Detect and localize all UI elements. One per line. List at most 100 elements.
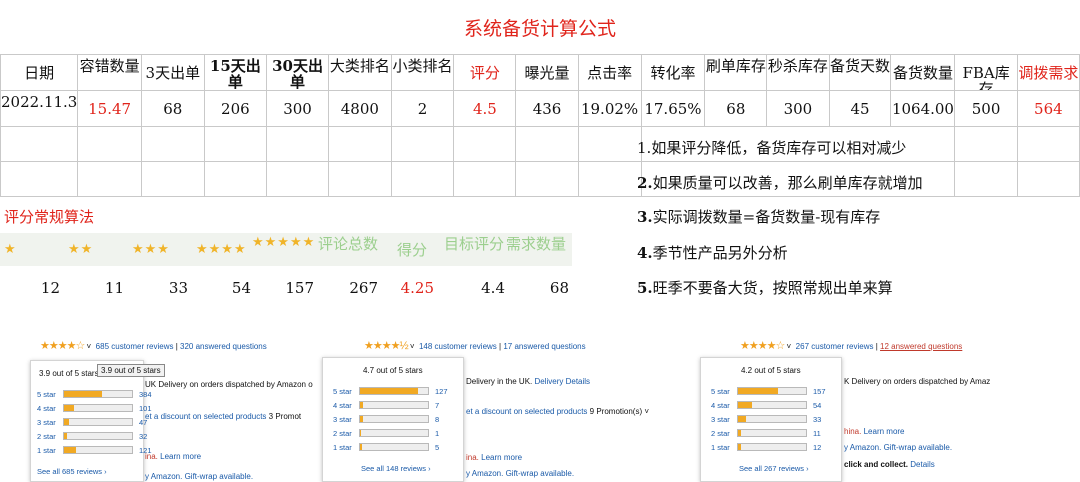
note-4: 4.季节性产品另外分析 [637,244,788,262]
chevron-down-icon[interactable]: ˅ [87,342,92,351]
chevron-down-icon[interactable]: ˅ [787,342,792,351]
value-cell[interactable]: 206 [203,90,267,127]
note-2: 2.如果质量可以改善，那么刷单库存就增加 [637,174,923,192]
answered-questions-link[interactable]: 12 answered questions [880,342,962,351]
target-score-label: 目标评分 [444,236,504,253]
empty-cell[interactable] [577,161,642,197]
value-cell[interactable]: 436 [515,90,579,127]
value-cell[interactable]: 564 [1016,90,1080,127]
review-screenshot-1: ★★★★☆ ˅ 685 customer reviews | 320 answe… [0,335,330,482]
histogram-row-1[interactable]: 1 star 5 [333,442,453,452]
histogram-row-1[interactable]: 1 star 12 [711,442,831,452]
empty-cell[interactable] [515,161,579,197]
score-method-title: 评分常规算法 [4,208,95,226]
empty-cell[interactable] [140,161,205,197]
value-cell[interactable]: 19.02% [577,90,642,127]
histogram-row-4[interactable]: 4 star 7 [333,400,453,410]
value-cell[interactable]: 15.47 [77,90,142,127]
customer-reviews-link[interactable]: 685 customer reviews [96,342,174,351]
header-cell[interactable]: 日期 [0,54,79,91]
empty-cell[interactable] [0,161,79,197]
header-cell[interactable]: 刷单库存 [704,54,768,91]
note-1: 1.如果评分降低，备货库存可以相对减少 [637,139,907,157]
value-cell[interactable]: 2022.11.3 [0,90,79,127]
empty-cell[interactable] [77,126,142,162]
empty-cell[interactable] [265,161,330,197]
histogram-row-2[interactable]: 2 star 11 [711,428,831,438]
header-cell[interactable]: 备货天数 [828,54,892,91]
histogram-row-2[interactable]: 2 star 32 [37,431,157,441]
customer-reviews-link[interactable]: 267 customer reviews [796,342,874,351]
value-cell[interactable]: 45 [828,90,892,127]
empty-cell[interactable] [453,161,517,197]
histogram-row-4[interactable]: 4 star 101 [37,403,157,413]
value-cell[interactable]: 4800 [328,90,392,127]
empty-cell[interactable] [328,161,392,197]
header-row: 日期 容错数量 3天出单 15天出单 30天出单 大类排名 小类排名 评分 曝光… [0,54,1080,91]
chevron-down-icon[interactable]: ˅ [410,342,415,351]
empty-cell[interactable] [140,126,205,162]
empty-cell[interactable] [954,161,1018,197]
header-cell[interactable]: 30天出单 [265,54,330,91]
header-cell[interactable]: 小类排名 [390,54,455,91]
histogram-row-1[interactable]: 1 star 121 [37,445,157,455]
answered-questions-link[interactable]: 320 answered questions [180,342,267,351]
header-cell[interactable]: 15天出单 [203,54,267,91]
four-star-count: 54 [231,279,251,297]
see-all-reviews-link[interactable]: See all 148 reviews › [361,464,431,473]
empty-cell[interactable] [1016,126,1080,162]
value-cell[interactable]: 300 [265,90,330,127]
header-cell[interactable]: FBA库存 [954,54,1018,91]
header-cell[interactable]: 容错数量 [77,54,142,91]
histogram-row-4[interactable]: 4 star 54 [711,400,831,410]
rating-tooltip: 3.9 out of 5 stars [97,364,165,377]
histogram-row-5[interactable]: 5 star 384 [37,389,157,399]
empty-cell[interactable] [203,126,267,162]
histogram-row-3[interactable]: 3 star 47 [37,417,157,427]
customer-reviews-link[interactable]: 148 customer reviews [419,342,497,351]
header-cell[interactable]: 转化率 [640,54,706,91]
empty-cell[interactable] [390,126,455,162]
four-star-icon: ★★★★ [196,242,247,257]
header-cell[interactable]: 3天出单 [140,54,205,91]
empty-cell[interactable] [390,161,455,197]
see-all-reviews-link[interactable]: See all 685 reviews › [37,467,107,476]
two-star-icon: ★★ [68,242,94,257]
histogram-row-5[interactable]: 5 star 127 [333,386,453,396]
histogram-row-3[interactable]: 3 star 33 [711,414,831,424]
value-cell[interactable]: 4.5 [453,90,517,127]
demand-label: 需求数量 [506,236,566,253]
value-cell[interactable]: 1064.00 [890,90,956,127]
value-cell[interactable]: 300 [766,90,830,127]
histogram-row-3[interactable]: 3 star 8 [333,414,453,424]
empty-cell[interactable] [265,126,330,162]
empty-cell[interactable] [577,126,642,162]
answered-questions-link[interactable]: 17 answered questions [503,342,585,351]
empty-cell[interactable] [77,161,142,197]
empty-cell[interactable] [453,126,517,162]
value-cell[interactable]: 68 [704,90,768,127]
header-cell[interactable]: 评分 [453,54,517,91]
empty-cell[interactable] [328,126,392,162]
header-cell[interactable]: 曝光量 [515,54,579,91]
histogram-row-5[interactable]: 5 star 157 [711,386,831,396]
header-cell[interactable]: 大类排名 [328,54,392,91]
header-cell[interactable]: 秒杀库存 [766,54,830,91]
value-cell[interactable]: 17.65% [640,90,706,127]
value-cell[interactable]: 500 [954,90,1018,127]
empty-cell[interactable] [0,126,79,162]
value-row: 2022.11.3 15.47 68 206 300 4800 2 4.5 43… [0,90,1080,127]
histogram-row-2[interactable]: 2 star 1 [333,428,453,438]
header-cell[interactable]: 备货数量 [890,54,956,91]
blank-row [0,126,1080,162]
header-cell[interactable]: 点击率 [577,54,642,91]
empty-cell[interactable] [203,161,267,197]
empty-cell[interactable] [954,126,1018,162]
value-cell[interactable]: 68 [140,90,205,127]
empty-cell[interactable] [515,126,579,162]
value-cell[interactable]: 2 [390,90,455,127]
see-all-reviews-link[interactable]: See all 267 reviews › [739,464,809,473]
header-cell[interactable]: 调拨需求 [1016,54,1080,91]
empty-cell[interactable] [1016,161,1080,197]
rating-popover: 3.9 out of 5 stars 5 star 384 4 star 101 3… [30,360,152,482]
